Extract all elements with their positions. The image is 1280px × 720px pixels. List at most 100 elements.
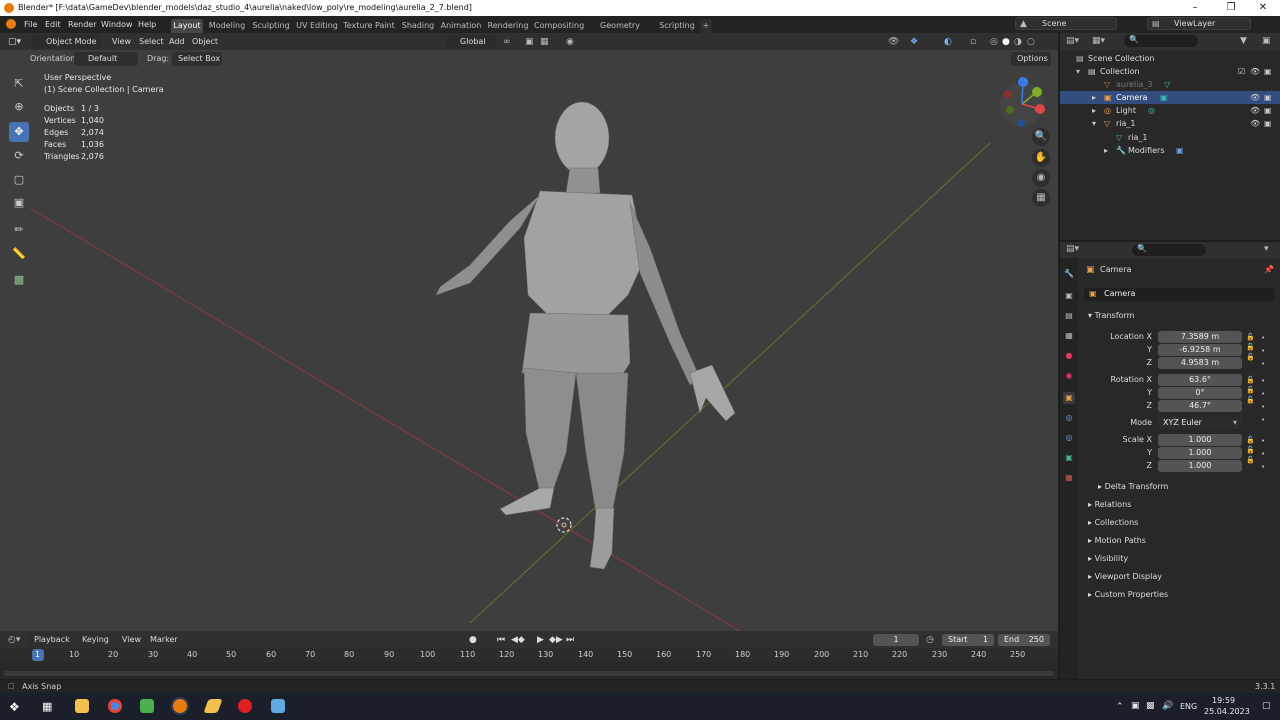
tray-app-icon[interactable]: ▣	[1131, 701, 1140, 711]
scale-x-field[interactable]: 1.000	[1158, 434, 1242, 446]
expand-icon[interactable]: ▾	[1076, 65, 1080, 78]
pivot-icon[interactable]: ∞	[503, 35, 511, 49]
menu-view-timeline[interactable]: View	[122, 633, 141, 647]
next-keyframe-icon[interactable]: ◆▶	[549, 633, 563, 647]
eye-icon[interactable]: 👁	[1250, 117, 1260, 130]
render-camera-icon[interactable]: ▣	[1264, 117, 1272, 130]
eye-icon[interactable]: 👁	[1250, 91, 1260, 104]
render-camera-icon[interactable]: ▣	[1264, 65, 1272, 78]
tab-modeling[interactable]: Modeling	[207, 19, 247, 33]
drag-dropdown[interactable]: Select Box	[172, 52, 222, 66]
minimize-icon[interactable]: –	[1178, 0, 1212, 16]
select-tool-icon[interactable]: ⇱	[9, 74, 29, 94]
tab-rendering[interactable]: Rendering	[487, 19, 529, 33]
timeline-scrollbar[interactable]	[4, 671, 1054, 676]
current-frame-field[interactable]: 1	[873, 634, 919, 646]
scale-tool-icon[interactable]: ▢	[9, 170, 29, 190]
tab-compositing[interactable]: Compositing	[534, 19, 584, 33]
viewlayer-selector[interactable]: ViewLayer	[1147, 17, 1251, 30]
expand-icon[interactable]: ▸	[1092, 91, 1096, 104]
proportional-edit-icon[interactable]: ◉	[566, 35, 574, 49]
3d-viewport[interactable]	[0, 33, 1058, 631]
network-icon[interactable]: ▩	[1146, 701, 1155, 711]
delta-transform-header[interactable]: ▸ Delta Transform	[1098, 482, 1168, 491]
lock-icons-rotation[interactable]: 🔓 🔓 🔓	[1246, 375, 1255, 405]
task-view-icon[interactable]: ▦	[42, 700, 52, 713]
file-explorer-icon[interactable]	[75, 699, 89, 713]
outliner-row-modifiers[interactable]: ▸ 🔧 Modifiers ▣	[1060, 144, 1280, 157]
outliner-row-light[interactable]: ▸ ◎ Light ◎ 👁 ▣	[1060, 104, 1280, 117]
eye-icon[interactable]: 👁	[1250, 65, 1260, 78]
rendered-shading-icon[interactable]: ○	[1027, 35, 1035, 49]
outliner-editor-icon[interactable]: ▤▾	[1066, 36, 1079, 46]
character-mesh[interactable]	[435, 101, 736, 570]
expand-icon[interactable]: ▸	[1092, 104, 1096, 117]
tab-animation[interactable]: Animation	[440, 19, 482, 33]
checkbox-icon[interactable]: ☑	[1238, 65, 1245, 78]
play-icon[interactable]: ▶	[537, 633, 544, 647]
outliner-search-input[interactable]: 🔍	[1124, 35, 1198, 47]
properties-search-input[interactable]: 🔍	[1132, 244, 1206, 256]
scale-y-field[interactable]: 1.000	[1158, 447, 1242, 459]
eye-icon[interactable]: 👁	[1250, 104, 1260, 117]
filter-icon[interactable]: ▼	[1240, 36, 1247, 46]
clock-icon[interactable]: ◷	[926, 633, 934, 647]
new-collection-icon[interactable]: ▣	[1262, 36, 1271, 46]
editor-type-icon[interactable]: ▢▾	[8, 35, 21, 49]
camera-view-icon[interactable]: ◉	[1032, 169, 1050, 187]
outliner-row-camera[interactable]: ▸ ▣ Camera ▣ 👁 ▣	[1060, 91, 1280, 104]
render-camera-icon[interactable]: ▣	[1264, 104, 1272, 117]
material-shading-icon[interactable]: ◑	[1014, 35, 1022, 49]
menu-object[interactable]: Object	[192, 35, 218, 49]
timeline-editor-icon[interactable]: ◴▾	[8, 633, 20, 647]
constraints-tab-icon[interactable]: ◎	[1063, 432, 1075, 444]
keyframe-dots-location[interactable]: • • •	[1261, 332, 1265, 371]
mode-dropdown[interactable]: Object Mode	[32, 35, 102, 49]
lock-icons[interactable]: 🔓 🔓 🔓	[1246, 332, 1255, 362]
menu-render[interactable]: Render	[68, 18, 96, 31]
transform-orientation-dropdown[interactable]: Global	[446, 35, 496, 49]
properties-editor-icon[interactable]: ▤▾	[1066, 244, 1079, 254]
location-z-field[interactable]: 4.9583 m	[1158, 357, 1242, 369]
transform-tool-icon[interactable]: ▣	[9, 193, 29, 213]
pin-icon[interactable]: 📌	[1264, 265, 1274, 274]
menu-help[interactable]: Help	[138, 18, 156, 31]
end-frame-field[interactable]: End 250	[998, 634, 1050, 646]
outliner-row-ria-mesh[interactable]: ▽ ria_1	[1060, 131, 1280, 144]
properties-options-icon[interactable]: ▾	[1264, 244, 1269, 254]
tray-arrow-icon[interactable]: ⌃	[1116, 702, 1124, 712]
xray-icon[interactable]: ▫	[970, 35, 976, 49]
ortho-toggle-icon[interactable]: ▦	[1032, 189, 1050, 207]
output-tab-icon[interactable]: ▤	[1063, 310, 1075, 322]
menu-marker[interactable]: Marker	[150, 633, 178, 647]
menu-file[interactable]: File	[24, 18, 37, 31]
world-tab-icon[interactable]: ◉	[1063, 370, 1075, 382]
maximize-icon[interactable]: ❐	[1214, 0, 1248, 16]
rotation-mode-dropdown[interactable]: XYZ Euler ▾	[1158, 417, 1242, 429]
wireframe-shading-icon[interactable]: ◎	[990, 35, 998, 49]
viewport-display-section[interactable]: ▸ Viewport Display	[1088, 572, 1162, 581]
measure-tool-icon[interactable]: 📏	[9, 244, 29, 264]
texture-tab-icon[interactable]: ▦	[1063, 472, 1075, 484]
tab-geometry-nodes[interactable]: Geometry Nodes	[589, 19, 651, 44]
rotation-x-field[interactable]: 63.6°	[1158, 374, 1242, 386]
outliner-row-ria[interactable]: ▾ ▽ ria_1 👁 ▣	[1060, 117, 1280, 130]
notifications-icon[interactable]: ▢	[1262, 701, 1271, 711]
options-dropdown[interactable]: Options	[1011, 52, 1051, 66]
tab-scripting[interactable]: Scripting	[656, 19, 698, 33]
rotate-tool-icon[interactable]: ⟳	[9, 146, 29, 166]
menu-add[interactable]: Add	[169, 35, 185, 49]
physics-tab-icon[interactable]: ◎	[1063, 412, 1075, 424]
location-x-field[interactable]: 7.3589 m	[1158, 331, 1242, 343]
pan-hand-icon[interactable]: ✋	[1032, 149, 1050, 167]
menu-view[interactable]: View	[112, 35, 131, 49]
outliner-row-scene-collection[interactable]: ▤ Scene Collection	[1060, 52, 1280, 65]
orientation-dropdown[interactable]: Default	[74, 52, 138, 66]
app-icon-2[interactable]	[271, 699, 285, 713]
scene-tab-icon[interactable]: ●	[1063, 350, 1075, 362]
render-tab-icon[interactable]: ▣	[1063, 290, 1075, 302]
playback-menu[interactable]: Playback	[28, 633, 76, 647]
display-mode-icon[interactable]: ▦▾	[1092, 36, 1105, 46]
visibility-section[interactable]: ▸ Visibility	[1088, 554, 1128, 563]
blender-menu-icon[interactable]	[6, 19, 16, 29]
